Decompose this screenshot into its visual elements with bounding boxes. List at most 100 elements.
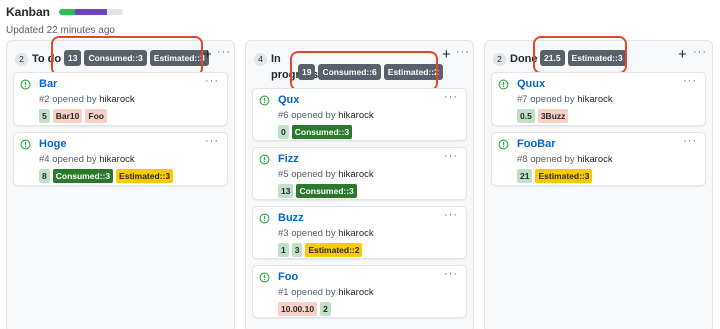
issue-title-link[interactable]: Buzz <box>278 212 304 224</box>
opened-by-text: opened by <box>52 154 97 165</box>
issue-card[interactable]: Hoge ··· #4 opened by hikarock 8 Consume… <box>13 132 228 186</box>
title-row: Kanban <box>6 5 124 19</box>
issue-title-link[interactable]: Foo <box>278 271 298 283</box>
author-link[interactable]: hikarock <box>577 94 612 105</box>
issue-title-link[interactable]: Qux <box>278 94 299 106</box>
author-link[interactable]: hikarock <box>338 110 373 121</box>
card-menu-button[interactable]: ··· <box>683 135 697 147</box>
issue-card[interactable]: Qux ··· #6 opened by hikarock 0 Consumed… <box>252 88 467 141</box>
label[interactable]: Consumed::3 <box>52 169 114 183</box>
card-menu-button[interactable]: ··· <box>444 268 458 280</box>
issue-meta: #1 opened by hikarock <box>278 287 374 298</box>
label[interactable]: Consumed::3 <box>291 125 353 139</box>
issue-title-link[interactable]: Quux <box>517 78 545 90</box>
card-menu-button[interactable]: ··· <box>205 75 219 87</box>
label-list: 1 3 Estimated::2 <box>278 243 363 257</box>
column-estimated-badge: Estimated::2 <box>383 64 443 80</box>
issue-opened-icon <box>259 154 270 165</box>
label-list: 8 Consumed::3 Estimated::3 <box>39 169 174 183</box>
column-menu-button[interactable]: ··· <box>693 46 707 58</box>
label[interactable]: Estimated::3 <box>535 169 593 183</box>
issue-card[interactable]: Foo ··· #1 opened by hikarock 10.00.10 2 <box>252 265 467 318</box>
card-menu-button[interactable]: ··· <box>205 135 219 147</box>
issue-title-link[interactable]: Hoge <box>39 138 67 150</box>
author-link[interactable]: hikarock <box>99 94 134 105</box>
column-estimated-badge: Estimated::3 <box>567 50 627 66</box>
column-menu-button[interactable]: ··· <box>217 46 231 58</box>
label[interactable]: Bar10 <box>52 109 83 123</box>
opened-by-text: opened by <box>291 110 336 121</box>
label-list: 0 Consumed::3 <box>278 125 353 139</box>
label[interactable]: 3Buzz <box>537 109 569 123</box>
issue-number: #4 <box>39 154 50 165</box>
issue-number: #1 <box>278 287 289 298</box>
issue-opened-icon <box>20 79 31 90</box>
issue-meta: #5 opened by hikarock <box>278 169 374 180</box>
issue-number: #3 <box>278 228 289 239</box>
label[interactable]: 0 <box>278 125 289 139</box>
author-link[interactable]: hikarock <box>99 154 134 165</box>
opened-by-text: opened by <box>530 154 575 165</box>
label[interactable]: 5 <box>39 109 50 123</box>
issue-number: #5 <box>278 169 289 180</box>
label[interactable]: Estimated::3 <box>116 169 174 183</box>
label[interactable]: Consumed::3 <box>296 184 357 198</box>
issue-title-link[interactable]: FooBar <box>517 138 556 150</box>
issue-number: #7 <box>517 94 528 105</box>
column-menu-button[interactable]: ··· <box>456 46 470 58</box>
opened-by-text: opened by <box>291 169 336 180</box>
card-menu-button[interactable]: ··· <box>683 75 697 87</box>
label[interactable]: 10.00.10 <box>278 302 318 316</box>
label[interactable]: 3 <box>291 243 303 257</box>
issue-meta: #2 opened by hikarock <box>39 94 135 105</box>
column-total-badge: 21.5 <box>540 50 565 66</box>
issue-card[interactable]: Quux ··· #7 opened by hikarock 0.5 3Buzz <box>491 72 706 126</box>
issue-meta: #8 opened by hikarock <box>517 154 613 165</box>
issue-card[interactable]: FooBar ··· #8 opened by hikarock 21 Esti… <box>491 132 706 186</box>
label[interactable]: 21 <box>517 169 533 183</box>
board-header: Kanban Updated 22 minutes ago <box>6 5 124 36</box>
issue-card[interactable]: Buzz ··· #3 opened by hikarock 1 3 Estim… <box>252 206 467 259</box>
author-link[interactable]: hikarock <box>338 228 373 239</box>
issue-meta: #6 opened by hikarock <box>278 110 374 121</box>
label-list: 5 Bar10 Foo <box>39 109 107 123</box>
author-link[interactable]: hikarock <box>338 287 373 298</box>
label-list: 21 Estimated::3 <box>517 169 593 183</box>
add-card-button[interactable]: + <box>678 47 687 63</box>
board-title: Kanban <box>6 5 51 19</box>
column-header: 4 In progress 19 Consumed::6 Estimated::… <box>246 41 473 85</box>
progress-done-segment <box>59 9 76 15</box>
board-progress-bar <box>59 9 124 15</box>
card-menu-button[interactable]: ··· <box>444 91 458 103</box>
column-todo: 2 To do 13 Consumed::3 Estimated::3 + ··… <box>6 36 235 329</box>
issue-title-link[interactable]: Bar <box>39 78 57 90</box>
label[interactable]: 8 <box>39 169 50 183</box>
label[interactable]: Estimated::2 <box>305 243 363 257</box>
opened-by-text: opened by <box>52 94 97 105</box>
author-link[interactable]: hikarock <box>577 154 612 165</box>
column-badges: 19 Consumed::6 Estimated::2 <box>298 64 443 80</box>
updated-timestamp: Updated 22 minutes ago <box>6 25 115 36</box>
issue-meta: #3 opened by hikarock <box>278 228 374 239</box>
add-card-button[interactable]: + <box>442 47 451 63</box>
column-done: 2 Done 21.5 Estimated::3 + ··· Quux ··· … <box>484 36 713 329</box>
author-link[interactable]: hikarock <box>338 169 373 180</box>
issue-title-link[interactable]: Fizz <box>278 153 299 165</box>
issue-card[interactable]: Fizz ··· #5 opened by hikarock 13 Consum… <box>252 147 467 200</box>
label[interactable]: Foo <box>85 109 107 123</box>
opened-by-text: opened by <box>291 287 336 298</box>
label[interactable]: 2 <box>320 302 331 316</box>
column-card-count: 2 <box>15 53 28 66</box>
card-menu-button[interactable]: ··· <box>444 150 458 162</box>
column-consumed-badge: Consumed::3 <box>84 50 147 66</box>
card-menu-button[interactable]: ··· <box>444 209 458 221</box>
issue-opened-icon <box>259 213 270 224</box>
issue-card[interactable]: Bar ··· #2 opened by hikarock 5 Bar10 Fo… <box>13 72 228 126</box>
label-list: 0.5 3Buzz <box>517 109 569 123</box>
label[interactable]: 13 <box>278 184 294 198</box>
progress-in-progress-segment <box>75 9 108 15</box>
label-list: 10.00.10 2 <box>278 302 331 316</box>
add-card-button[interactable]: + <box>203 47 212 63</box>
label[interactable]: 1 <box>278 243 289 257</box>
label[interactable]: 0.5 <box>517 109 535 123</box>
